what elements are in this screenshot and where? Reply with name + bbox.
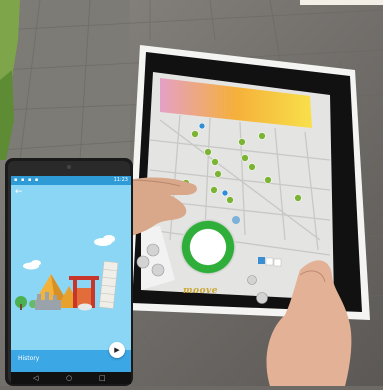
tablet-brand-logo: moove — [183, 286, 218, 296]
photo-scene: ▪ ▪ ▪ ▪ 11:23 ← History ▶ ◁ ○ □ moove — [0, 0, 383, 387]
nav-recents-icon[interactable]: □ — [99, 372, 106, 384]
back-arrow-icon[interactable]: ← — [15, 188, 23, 197]
nav-back-icon[interactable]: ◁ — [33, 372, 38, 384]
landmarks-illustration — [15, 235, 119, 311]
history-label: History — [18, 355, 40, 362]
nav-home-icon[interactable]: ○ — [66, 372, 72, 384]
play-icon[interactable]: ▶ — [109, 342, 125, 358]
phone-nav-bar: ◁ ○ □ — [11, 372, 131, 384]
phone-screen: ▪ ▪ ▪ ▪ 11:23 ← History ▶ — [11, 176, 131, 372]
status-time: 11:23 — [113, 177, 128, 183]
history-bar[interactable]: History ▶ — [11, 342, 131, 372]
phone-status-bar: ▪ ▪ ▪ ▪ 11:23 — [11, 176, 131, 185]
notification-icons: ▪ ▪ ▪ ▪ — [14, 177, 40, 183]
